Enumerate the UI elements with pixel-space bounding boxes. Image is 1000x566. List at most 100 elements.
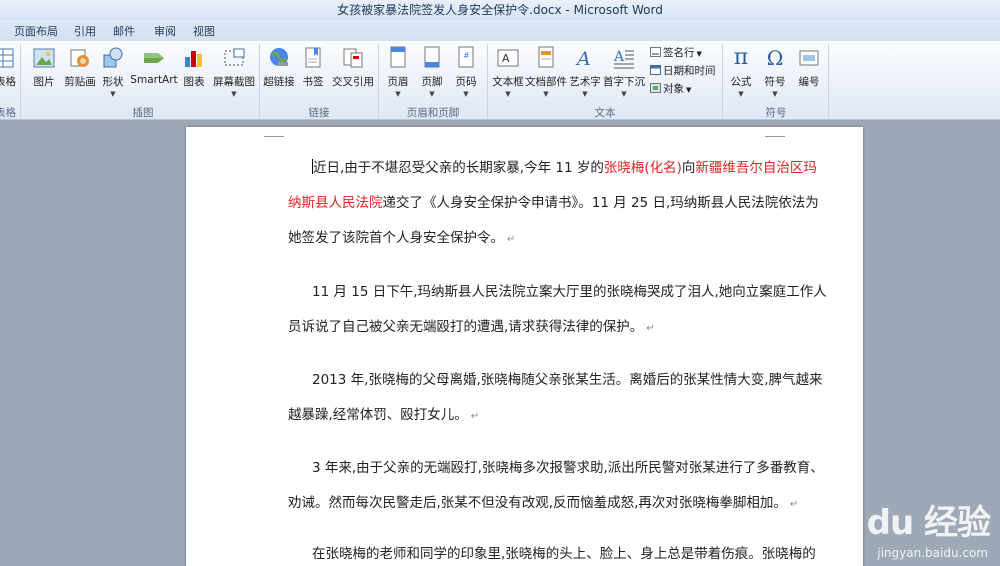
document-paragraph[interactable]: 近日,由于不堪忍受父亲的长期家暴,今年 11 岁的张晓梅(化名)向新疆维吾尔自治… [288,151,819,256]
shapes-icon [101,45,125,71]
quick-parts-button[interactable]: 文档部件 ▼ [524,45,568,98]
paragraph-mark-icon: ↵ [646,323,655,334]
svg-text:A: A [613,49,625,65]
text-run: 向 [681,160,696,176]
numbering-button[interactable]: 编号 [794,45,824,89]
text-run: 员诉说了自己被父亲无端殴打的遭遇,请求获得法律的保护。 [288,319,644,335]
cross-reference-button[interactable]: 交叉引用 [330,45,376,89]
group-label-text: 文本 [594,107,616,119]
document-line: 近日,由于不堪忍受父亲的长期家暴,今年 11 岁的张晓梅(化名)向新疆维吾尔自治… [288,151,817,186]
tab-mailings[interactable]: 邮件 [113,23,135,39]
document-paragraph[interactable]: 2013 年,张晓梅的父母离婚,张晓梅随父亲张某生活。离婚后的张某性情大变,脾气… [288,363,823,433]
hyperlink-icon [267,45,291,71]
highlighted-text-run: 纳斯县人民法院 [288,195,383,211]
watermark-logo: Bai du 经验 [798,503,991,543]
screenshot-button[interactable]: 屏幕截图 ▼ [211,45,257,98]
document-line: 在张晓梅的老师和同学的印象里,张晓梅的头上、脸上、身上总是带着伤痕。张晓梅的 [288,537,816,566]
chart-icon [182,45,206,71]
signature-line-icon [650,47,661,57]
text-run: 劝诫。然而每次民警走后,张某不但没有改观,反而恼羞成怒,再次对张晓梅拳脚相加。 [288,495,787,511]
group-label-illustrations: 插图 [132,107,154,119]
wordart-dropdown-icon: ▼ [582,90,588,98]
window-title: 女孩被家暴法院签发人身安全保护令.docx - Microsoft Word [0,0,1000,20]
group-label-table: 表格 [0,107,16,119]
ribbon: 表格 表格 图片 剪贴画 形状 ▼ SmartArt 图表 屏幕截图 ▼ 插图 … [0,41,1000,120]
textbox-button[interactable]: A 文本框 ▼ [490,45,526,98]
symbol-button[interactable]: Ω 符号 ▼ [760,45,790,98]
document-paragraph[interactable]: 3 年来,由于父亲的无端殴打,张晓梅多次报警求助,派出所民警对张某进行了多番教育… [288,451,824,521]
tab-references[interactable]: 引用 [74,23,96,39]
ribbon-tabs: 页面布局 引用 邮件 审阅 视图 [0,20,1000,41]
equation-button[interactable]: π 公式 ▼ [726,45,756,98]
svg-text:A: A [502,52,510,65]
svg-text:A: A [575,48,591,70]
symbol-dropdown-icon: ▼ [772,90,778,98]
paragraph-mark-icon: ↵ [789,499,799,510]
group-label-links: 链接 [308,107,330,119]
highlighted-text-run: 张晓梅(化名) [603,160,682,176]
text-run: 越暴躁,经常体罚、殴打女儿。 [288,407,468,423]
smartart-button[interactable]: SmartArt [130,45,178,86]
header-icon [386,45,410,71]
shapes-dropdown-icon: ▼ [110,90,116,98]
object-icon [650,83,661,93]
drop-cap-button[interactable]: A 首字下沉 ▼ [602,45,646,98]
date-time-icon [650,65,661,75]
clipart-button[interactable]: 剪贴画 [60,45,100,89]
screenshot-icon [222,45,246,71]
header-button[interactable]: 页眉 ▼ [384,45,412,98]
footer-dropdown-icon: ▼ [429,90,435,98]
document-page[interactable]: 近日,由于不堪忍受父亲的长期家暴,今年 11 岁的张晓梅(化名)向新疆维吾尔自治… [186,127,863,566]
document-line: 她签发了该院首个人身安全保护令。 ↵ [288,221,768,256]
bookmark-button[interactable]: 书签 [300,45,326,89]
svg-text:#: # [463,51,470,60]
object-dropdown-icon: ▼ [686,86,692,94]
chart-button[interactable]: 图表 [181,45,207,89]
omega-icon: Ω [766,46,784,70]
page-number-button[interactable]: # 页码 ▼ [452,45,480,98]
page-number-dropdown-icon: ▼ [463,90,469,98]
signature-line-button[interactable]: 签名行 ▼ [650,45,702,60]
document-paragraph[interactable]: 11 月 15 日下午,玛纳斯县人民法院立案大厅里的张晓梅哭成了泪人,她向立案庭… [288,275,827,345]
drop-cap-dropdown-icon: ▼ [621,90,627,98]
document-paragraph[interactable]: 在张晓梅的老师和同学的印象里,张晓梅的头上、脸上、身上总是带着伤痕。张晓梅的 [288,537,816,566]
highlighted-text-run: 新疆维吾尔自治区玛 [695,160,817,176]
footer-button[interactable]: 页脚 ▼ [418,45,446,98]
quick-parts-dropdown-icon: ▼ [543,90,549,98]
tab-page-layout[interactable]: 页面布局 [14,23,58,39]
document-area: 近日,由于不堪忍受父亲的长期家暴,今年 11 岁的张晓梅(化名)向新疆维吾尔自治… [0,120,1000,566]
equation-dropdown-icon: ▼ [738,90,744,98]
watermark-url: jingyan.baidu.com [877,546,988,560]
text-run: 11 月 15 日下午,玛纳斯县人民法院立案大厅里的张晓梅哭成了泪人,她向立案庭… [312,284,827,300]
pi-icon: π [733,45,749,70]
footer-icon [420,45,444,71]
clipart-icon [68,45,92,71]
picture-button[interactable]: 图片 [28,45,60,89]
document-line: 3 年来,由于父亲的无端殴打,张晓梅多次报警求助,派出所民警对张某进行了多番教育… [288,451,824,486]
quick-parts-icon [534,45,558,71]
hyperlink-button[interactable]: 超链接 [262,45,296,89]
text-run: 3 年来,由于父亲的无端殴打,张晓梅多次报警求助,派出所民警对张某进行了多番教育… [312,460,824,476]
object-button[interactable]: 对象 ▼ [650,81,691,96]
date-time-button[interactable]: 日期和时间 [650,63,716,78]
shapes-button[interactable]: 形状 ▼ [100,45,126,98]
document-line: 纳斯县人民法院递交了《人身安全保护令申请书》。11 月 25 日,玛纳斯县人民法… [288,186,819,221]
smartart-icon [142,45,166,71]
table-button[interactable]: 表格 [0,45,16,89]
header-dropdown-icon: ▼ [395,90,401,98]
text-run: 近日,由于不堪忍受父亲的长期家暴,今年 11 岁的 [313,160,604,176]
bookmark-icon [301,45,325,71]
wordart-button[interactable]: A 艺术字 ▼ [567,45,603,98]
tab-view[interactable]: 视图 [193,23,215,39]
group-label-header-footer: 页眉和页脚 [406,107,460,119]
cross-reference-icon [341,45,365,71]
document-line: 越暴躁,经常体罚、殴打女儿。 ↵ [288,398,768,433]
text-run: 递交了《人身安全保护令申请书》。11 月 25 日,玛纳斯县人民法院依法为 [382,195,819,211]
tab-review[interactable]: 审阅 [154,23,176,39]
text-run: 在张晓梅的老师和同学的印象里,张晓梅的头上、脸上、身上总是带着伤痕。张晓梅的 [312,546,816,562]
text-run: 2013 年,张晓梅的父母离婚,张晓梅随父亲张某生活。离婚后的张某性情大变,脾气… [312,372,823,388]
picture-icon [32,45,56,71]
screenshot-dropdown-icon: ▼ [231,90,237,98]
document-line: 员诉说了自己被父亲无端殴打的遭遇,请求获得法律的保护。 ↵ [288,310,768,345]
page-number-icon: # [454,45,478,71]
